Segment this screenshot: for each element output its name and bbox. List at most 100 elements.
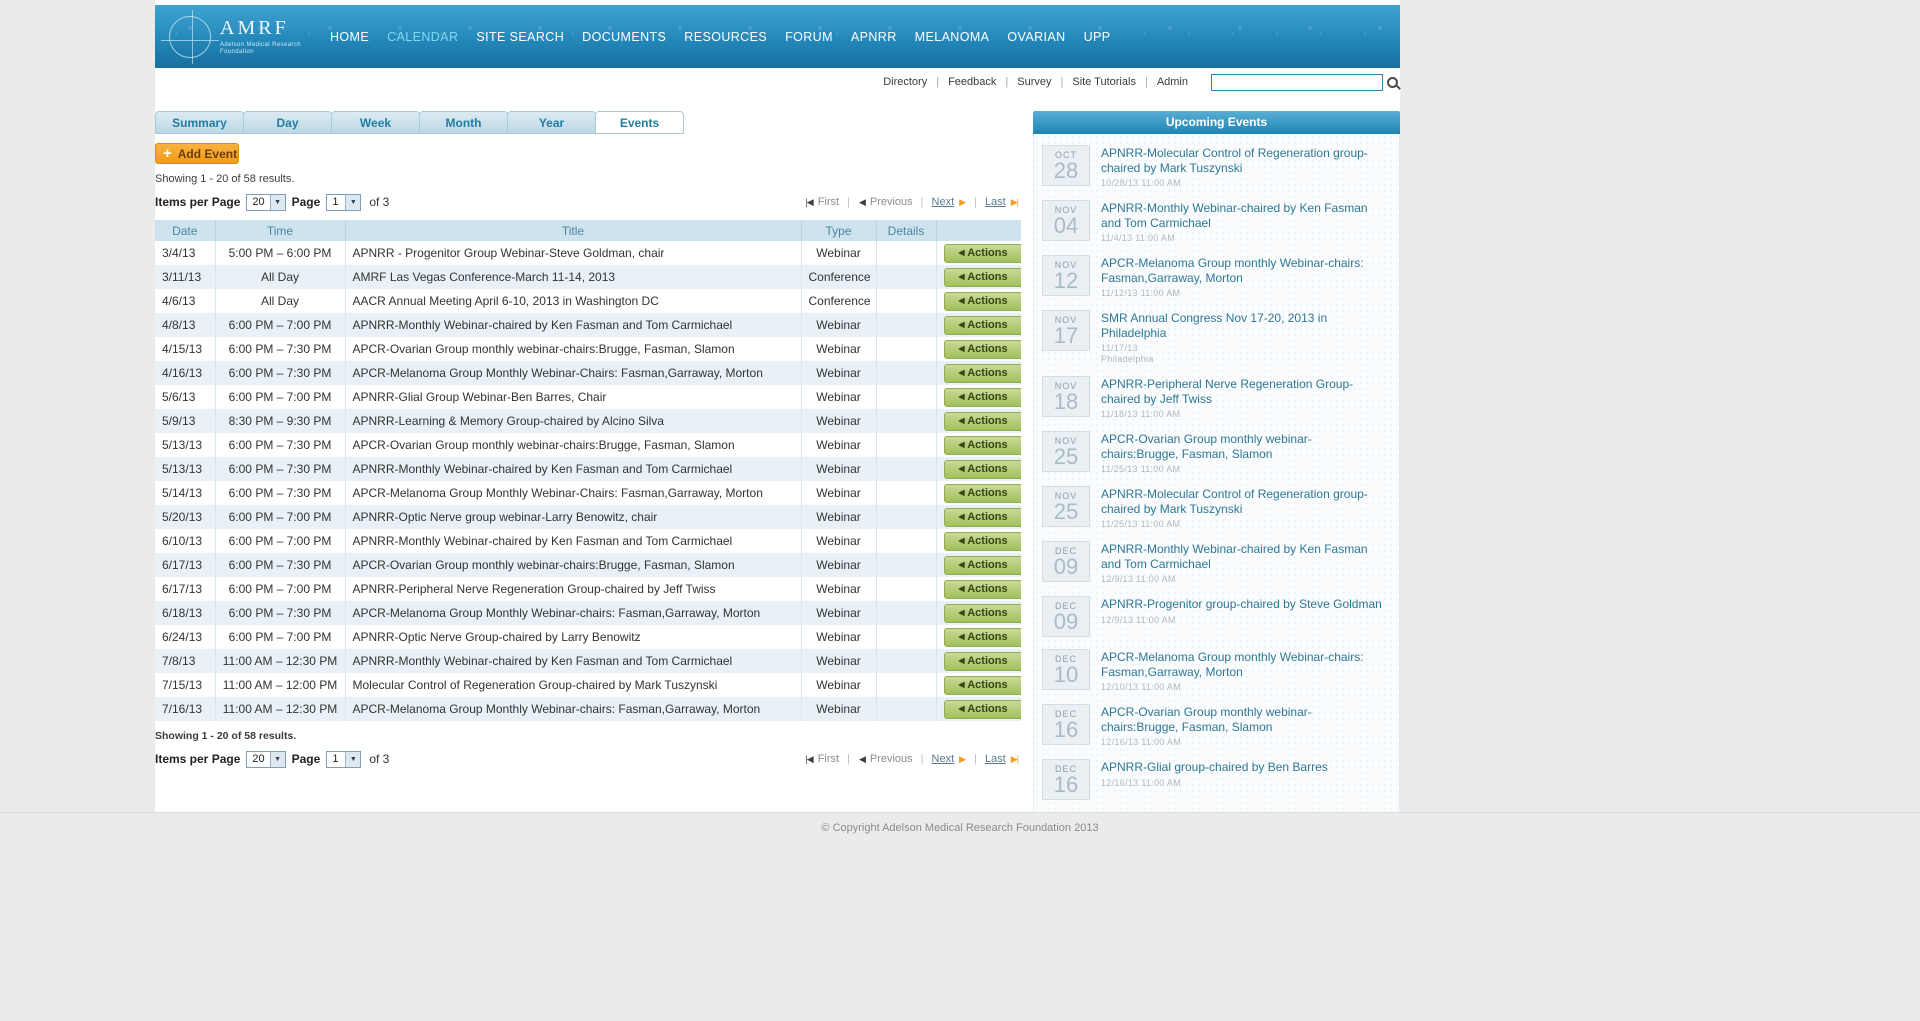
event-day: 25 [1053,444,1079,469]
cell-actions: ◀ Actions [936,505,1021,529]
event-title-link[interactable]: APCR-Ovarian Group monthly webinar-chair… [1101,705,1389,734]
event-title-link[interactable]: APNRR-Progenitor group-chaired by Steve … [1101,597,1382,612]
nav-upp[interactable]: UPP [1075,30,1120,44]
first-page-link[interactable]: First [818,753,839,765]
pagination-bar: Items per Page 20 ▼ Page 1 ▼ of 3 |◀ Fir… [155,747,1021,771]
row-actions-button[interactable]: ◀ Actions [943,459,1021,479]
cell-time: 6:00 PM – 7:30 PM [215,553,346,577]
previous-page-icon[interactable]: ◀ [859,754,866,765]
tab-month[interactable]: Month [419,111,508,134]
upcoming-event: DEC 16 APCR-Ovarian Group monthly webinar-… [1034,698,1399,753]
cell-date: 4/16/13 [155,361,216,385]
nav-site-search[interactable]: SITE SEARCH [467,30,573,44]
next-page-link[interactable]: Next [932,196,955,208]
tab-year[interactable]: Year [507,111,596,134]
tab-day[interactable]: Day [243,111,332,134]
event-title-link[interactable]: APCR-Ovarian Group monthly webinar-chair… [1101,432,1389,461]
items-per-page-value: 20 [252,196,265,208]
row-actions-button[interactable]: ◀ Actions [943,579,1021,599]
last-page-icon[interactable]: ▶| [1011,754,1019,765]
row-actions-button[interactable]: ◀ Actions [943,675,1021,695]
chevron-down-icon: ▼ [345,194,361,210]
row-actions-button[interactable]: ◀ Actions [943,555,1021,575]
row-actions-button[interactable]: ◀ Actions [943,627,1021,647]
next-page-icon[interactable]: ▶ [959,197,966,208]
last-page-link[interactable]: Last [985,753,1006,765]
cell-actions: ◀ Actions [936,673,1021,697]
row-actions-button[interactable]: ◀ Actions [943,291,1021,311]
row-actions-button[interactable]: ◀ Actions [943,699,1021,719]
last-page-link[interactable]: Last [985,196,1006,208]
cell-details [876,505,937,529]
nav-home[interactable]: HOME [321,30,378,44]
cell-actions: ◀ Actions [936,649,1021,673]
nav-documents[interactable]: DOCUMENTS [573,30,675,44]
nav-melanoma[interactable]: MELANOMA [906,30,999,44]
nav-ovarian[interactable]: OVARIAN [998,30,1074,44]
add-event-button[interactable]: + Add Event [155,143,239,164]
utility-link-survey[interactable]: Survey [1017,76,1051,88]
first-page-icon[interactable]: |◀ [805,197,813,208]
table-row: 7/8/13 11:00 AM – 12:30 PM APNRR-Monthly W… [155,649,1021,673]
tab-events[interactable]: Events [595,111,684,134]
event-title-link[interactable]: APNRR-Molecular Control of Regeneration … [1101,487,1389,516]
upcoming-event: NOV 18 APNRR-Peripheral Nerve Regeneration… [1034,370,1399,425]
row-actions-button[interactable]: ◀ Actions [943,411,1021,431]
row-actions-button[interactable]: ◀ Actions [943,363,1021,383]
next-page-icon[interactable]: ▶ [959,754,966,765]
column-header-actions [936,220,1021,241]
first-page-link[interactable]: First [818,196,839,208]
event-day: 28 [1053,158,1079,183]
row-actions-button[interactable]: ◀ Actions [943,435,1021,455]
event-title-link[interactable]: APNRR-Monthly Webinar-chaired by Ken Fas… [1101,542,1389,571]
row-actions-button[interactable]: ◀ Actions [943,243,1021,263]
last-page-icon[interactable]: ▶| [1011,197,1019,208]
row-actions-button[interactable]: ◀ Actions [943,603,1021,623]
event-title-link[interactable]: APNRR-Molecular Control of Regeneration … [1101,146,1389,175]
nav-resources[interactable]: RESOURCES [675,30,776,44]
utility-link-feedback[interactable]: Feedback [948,76,996,88]
cell-date: 6/24/13 [155,625,216,649]
row-actions-button[interactable]: ◀ Actions [943,507,1021,527]
row-actions-button[interactable]: ◀ Actions [943,315,1021,335]
next-page-link[interactable]: Next [932,753,955,765]
event-title-link[interactable]: APNRR-Glial group-chaired by Ben Barres [1101,760,1328,775]
first-page-icon[interactable]: |◀ [805,754,813,765]
nav-forum[interactable]: FORUM [776,30,842,44]
nav-calendar[interactable]: CALENDAR [378,30,467,44]
event-title-link[interactable]: APCR-Melanoma Group monthly Webinar-chai… [1101,256,1389,285]
search-input[interactable] [1211,73,1383,91]
previous-page-link[interactable]: Previous [870,196,913,208]
items-per-page-select[interactable]: 20 ▼ [246,193,286,211]
amrf-logo[interactable]: AMRF Adelson Medical Research Foundation [161,9,319,64]
tab-week[interactable]: Week [331,111,420,134]
tab-summary[interactable]: Summary [155,111,244,134]
event-title-link[interactable]: SMR Annual Congress Nov 17-20, 2013 in P… [1101,311,1389,340]
row-actions-button[interactable]: ◀ Actions [943,339,1021,359]
cell-time: 6:00 PM – 7:00 PM [215,529,346,553]
utility-link-admin[interactable]: Admin [1157,76,1188,88]
row-actions-button[interactable]: ◀ Actions [943,483,1021,503]
row-actions-button[interactable]: ◀ Actions [943,267,1021,287]
nav-apnrr[interactable]: APNRR [842,30,906,44]
page-select[interactable]: 1 ▼ [326,193,362,211]
event-title-link[interactable]: APCR-Melanoma Group monthly Webinar-chai… [1101,650,1389,679]
event-title-link[interactable]: APNRR-Monthly Webinar-chaired by Ken Fas… [1101,201,1389,230]
items-per-page-select[interactable]: 20 ▼ [246,750,286,768]
left-triangle-icon: ◀ [958,248,965,257]
cell-title: APNRR-Optic Nerve Group-chaired by Larry… [345,625,802,649]
previous-page-link[interactable]: Previous [870,753,913,765]
row-actions-button[interactable]: ◀ Actions [943,531,1021,551]
utility-link-directory[interactable]: Directory [883,76,927,88]
row-actions-button[interactable]: ◀ Actions [943,651,1021,671]
page-select[interactable]: 1 ▼ [326,750,362,768]
utility-link-site-tutorials[interactable]: Site Tutorials [1072,76,1136,88]
previous-page-icon[interactable]: ◀ [859,197,866,208]
page-footer: © Copyright Adelson Medical Research Fou… [0,812,1920,1021]
left-triangle-icon: ◀ [958,440,965,449]
event-title-link[interactable]: APNRR-Peripheral Nerve Regeneration Grou… [1101,377,1389,406]
search-icon[interactable] [1387,76,1398,88]
row-actions-button[interactable]: ◀ Actions [943,387,1021,407]
upcoming-event: DEC 09 APNRR-Monthly Webinar-chaired by Ke… [1034,535,1399,590]
table-row: 3/11/13 All Day AMRF Las Vegas Conference-… [155,265,1021,289]
